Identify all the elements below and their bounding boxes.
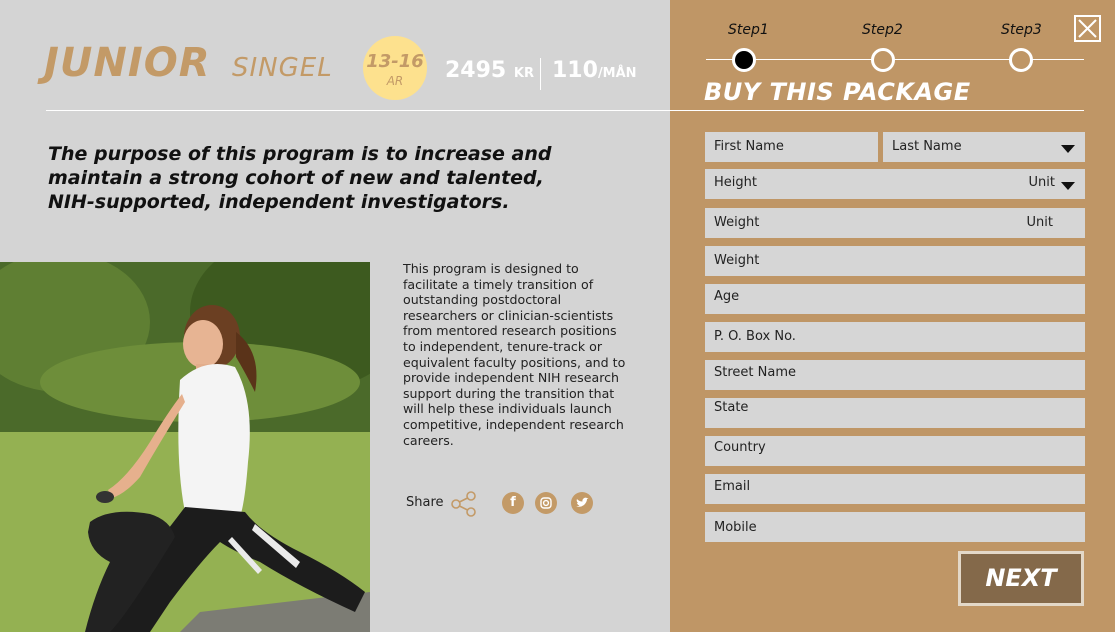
weight-unit-select[interactable]: Unit <box>1027 215 1053 230</box>
step1-label: Step1 <box>728 22 769 38</box>
price: 2495 KR <box>445 58 534 83</box>
package-title: JUNIOR <box>44 40 211 86</box>
woman-stretching-photo <box>0 262 370 632</box>
step2-indicator[interactable] <box>871 48 895 72</box>
last-name-placeholder: Last Name <box>892 139 962 154</box>
close-icon <box>1078 19 1097 38</box>
email-field[interactable]: Email <box>705 474 1085 504</box>
country-field[interactable]: Country <box>705 436 1085 466</box>
chevron-down-icon[interactable] <box>1061 182 1075 190</box>
monthly-unit: /MÅN <box>597 66 637 81</box>
next-button[interactable]: NEXT <box>958 551 1084 606</box>
monthly-price: 110/MÅN <box>552 58 637 83</box>
mobile-field[interactable]: Mobile <box>705 512 1085 542</box>
age-unit: AR <box>386 74 404 88</box>
state-placeholder: State <box>714 400 749 415</box>
share-label: Share <box>406 495 444 510</box>
height-field[interactable]: Height Unit <box>705 169 1085 199</box>
close-button[interactable] <box>1074 15 1101 42</box>
age-range: 13-16 <box>366 51 424 72</box>
country-placeholder: Country <box>714 440 766 455</box>
twitter-icon[interactable] <box>571 492 593 514</box>
share-icon[interactable] <box>450 490 478 518</box>
weight-2-placeholder: Weight <box>714 253 760 268</box>
price-value: 2495 <box>445 58 507 83</box>
purpose-statement: The purpose of this program is to increa… <box>48 143 552 213</box>
price-unit: KR <box>513 66 534 81</box>
weight-field-2[interactable]: Weight <box>705 246 1085 276</box>
street-name-placeholder: Street Name <box>714 365 796 380</box>
first-name-placeholder: First Name <box>714 139 784 154</box>
step3-label: Step3 <box>1001 22 1042 38</box>
weight-placeholder: Weight <box>714 215 760 230</box>
instagram-glyph <box>540 497 552 509</box>
header-divider <box>46 110 1084 111</box>
age-field[interactable]: Age <box>705 284 1085 314</box>
step1-indicator[interactable] <box>732 48 756 72</box>
age-placeholder: Age <box>714 289 740 304</box>
program-description: This program is designed to facilitate a… <box>403 261 626 448</box>
step2-label: Step2 <box>862 22 903 38</box>
mobile-placeholder: Mobile <box>714 520 757 535</box>
chevron-down-icon[interactable] <box>1061 145 1075 153</box>
twitter-glyph <box>576 497 589 507</box>
instagram-icon[interactable] <box>535 492 557 514</box>
first-name-field[interactable]: First Name <box>705 132 878 162</box>
monthly-value: 110 <box>552 58 598 83</box>
facebook-icon[interactable]: f <box>502 492 524 514</box>
state-field[interactable]: State <box>705 398 1085 428</box>
email-placeholder: Email <box>714 479 751 494</box>
height-unit-select[interactable]: Unit <box>1029 175 1055 190</box>
photo-illustration <box>0 262 370 632</box>
po-box-field[interactable]: P. O. Box No. <box>705 322 1085 352</box>
street-name-field[interactable]: Street Name <box>705 360 1085 390</box>
price-divider <box>540 58 541 90</box>
step3-indicator[interactable] <box>1009 48 1033 72</box>
form-title: BUY THIS PACKAGE <box>704 78 971 106</box>
package-subtitle: SINGEL <box>232 53 333 83</box>
po-box-placeholder: P. O. Box No. <box>714 329 796 344</box>
last-name-field[interactable]: Last Name <box>883 132 1085 162</box>
height-placeholder: Height <box>714 175 757 190</box>
age-badge: 13-16 AR <box>363 36 427 100</box>
weight-field[interactable]: Weight Unit <box>705 208 1085 238</box>
